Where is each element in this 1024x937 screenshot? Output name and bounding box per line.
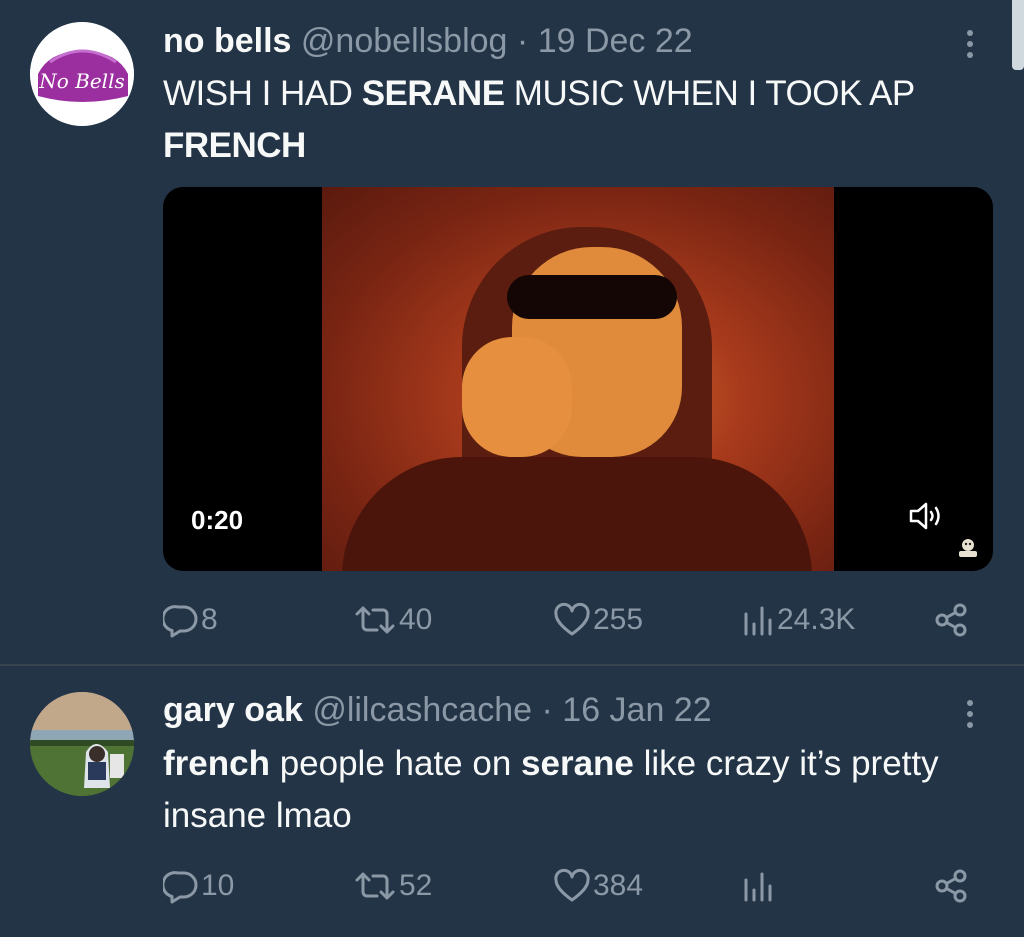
- retweet-button[interactable]: 52: [353, 866, 432, 906]
- like-button[interactable]: 384: [553, 866, 643, 906]
- separator-dot: ·: [541, 691, 553, 729]
- video-player[interactable]: 0:20: [163, 187, 993, 571]
- views-icon: [744, 872, 772, 902]
- retweet-icon: [355, 606, 395, 634]
- reply-icon: [163, 871, 198, 904]
- views-button[interactable]: [741, 866, 775, 906]
- like-count: 255: [593, 603, 644, 636]
- share-icon: [935, 603, 967, 637]
- display-name[interactable]: gary oak: [163, 691, 303, 729]
- video-thumbnail[interactable]: [322, 187, 834, 571]
- video-figure-glasses: [507, 275, 677, 319]
- tweet-text-part-bold: SERANE: [361, 74, 505, 113]
- avatar-logo-text: No Bells: [38, 69, 125, 93]
- views-icon: [744, 606, 772, 636]
- tweet-text-part-bold: french: [163, 744, 270, 783]
- view-count: 24.3K: [777, 603, 856, 636]
- avatar[interactable]: [30, 692, 134, 796]
- avatar[interactable]: No Bells: [30, 22, 134, 126]
- share-button[interactable]: [933, 600, 971, 640]
- scrollbar-thumb[interactable]: [1012, 0, 1024, 70]
- tweet-header: no bells @nobellsblog · 19 Dec 22: [163, 21, 693, 61]
- reply-icon: [163, 605, 198, 638]
- reply-count: 8: [201, 603, 218, 636]
- tweet-actions: 8 40 255 24.3K: [163, 600, 983, 640]
- tweet-text-part-bold: serane: [521, 744, 634, 783]
- avatar-photo-icon: [30, 692, 134, 796]
- retweet-icon: [355, 872, 395, 900]
- like-icon: [554, 868, 590, 902]
- video-duration: 0:20: [191, 505, 244, 535]
- tweet-header: gary oak @lilcashcache · 16 Jan 22: [163, 690, 712, 730]
- no-bells-logo-icon: No Bells: [30, 22, 134, 126]
- tweet-text-part: MUSIC WHEN I TOOK AP: [504, 74, 915, 113]
- like-count: 384: [593, 869, 644, 902]
- more-icon[interactable]: [960, 24, 980, 64]
- tweet-text-part: WISH I HAD: [163, 74, 362, 113]
- watermark-icon: [959, 539, 977, 557]
- retweet-count: 52: [399, 869, 433, 902]
- tweet-text-part: people hate on: [269, 744, 522, 783]
- views-button[interactable]: 24.3K: [741, 600, 855, 640]
- share-button[interactable]: [933, 866, 971, 906]
- timeline-feed: No Bells no bells @nobellsblog · 19 Dec …: [0, 0, 1024, 937]
- user-handle[interactable]: @lilcashcache: [312, 691, 532, 729]
- video-figure-hand: [462, 337, 572, 457]
- tweet-actions: 10 52 384: [163, 866, 983, 906]
- tweet-date[interactable]: 19 Dec 22: [538, 22, 693, 60]
- volume-icon[interactable]: [908, 501, 944, 531]
- tweet-text: WISH I HAD SERANE MUSIC WHEN I TOOK AP F…: [163, 68, 1003, 172]
- reply-count: 10: [201, 869, 235, 902]
- retweet-count: 40: [399, 603, 433, 636]
- more-icon[interactable]: [960, 694, 980, 734]
- tweet[interactable]: No Bells no bells @nobellsblog · 19 Dec …: [0, 0, 1012, 664]
- reply-button[interactable]: 8: [163, 600, 218, 640]
- reply-button[interactable]: 10: [163, 866, 234, 906]
- share-icon: [935, 869, 967, 903]
- separator-dot: ·: [516, 22, 529, 60]
- tweet-date[interactable]: 16 Jan 22: [562, 691, 711, 729]
- like-button[interactable]: 255: [553, 600, 643, 640]
- tweet-text-part-bold: FRENCH: [163, 126, 306, 165]
- like-icon: [554, 602, 590, 636]
- video-figure-body: [342, 457, 812, 571]
- user-handle[interactable]: @nobellsblog: [301, 22, 508, 60]
- display-name[interactable]: no bells: [163, 22, 291, 60]
- tweet-text: french people hate on serane like crazy …: [163, 738, 1003, 842]
- retweet-button[interactable]: 40: [353, 600, 432, 640]
